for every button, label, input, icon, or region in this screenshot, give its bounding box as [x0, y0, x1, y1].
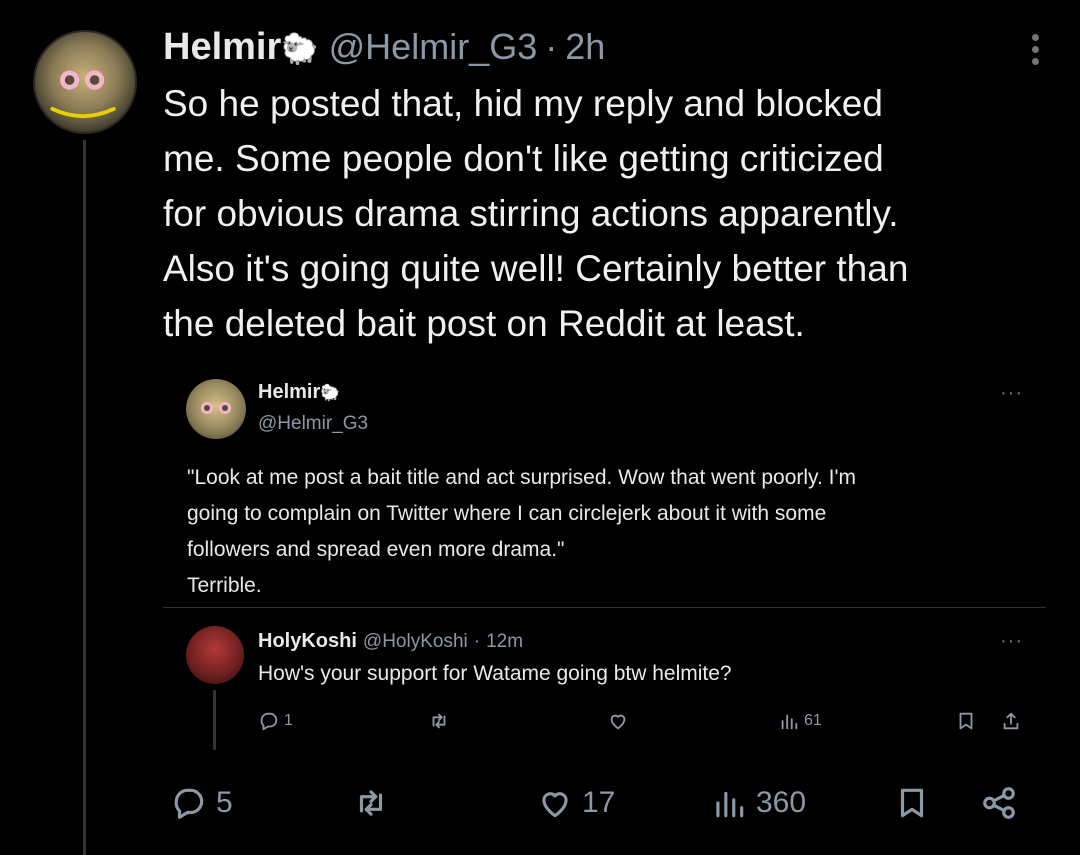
- views-icon: [716, 791, 744, 818]
- separator-dot: ·: [473, 631, 481, 652]
- quoted-text: "Look at me post a bait title and act su…: [187, 460, 1037, 604]
- retweet-icon: [359, 790, 383, 816]
- reply-like-button[interactable]: [607, 710, 629, 732]
- views-icon: [781, 714, 798, 730]
- quoted-text-line: followers and spread even more drama.": [187, 538, 565, 561]
- reply-author-name[interactable]: HolyKoshi: [258, 630, 357, 653]
- like-button[interactable]: 17: [536, 784, 615, 822]
- tweet-header: Helmir 🐑 @Helmir_G3 · 2h: [163, 26, 605, 76]
- reply-button[interactable]: 5: [170, 784, 233, 822]
- reply-thread-line: [213, 690, 216, 750]
- tweet-text-line: the deleted bait post on Reddit at least…: [163, 303, 805, 344]
- separator-dot: ·: [545, 26, 558, 67]
- reply-reply-count: 1: [284, 712, 293, 729]
- reply-author-avatar[interactable]: [186, 626, 244, 684]
- like-count: 17: [582, 786, 616, 819]
- heart-icon: [542, 792, 568, 818]
- quoted-text-line: "Look at me post a bait title and act su…: [187, 466, 857, 489]
- retweet-button[interactable]: [352, 784, 390, 822]
- heart-icon: [610, 714, 626, 730]
- quoted-author-avatar[interactable]: [186, 379, 246, 439]
- reply-icon: [260, 712, 278, 731]
- author-avatar[interactable]: [33, 30, 137, 134]
- share-button[interactable]: [980, 784, 1018, 822]
- more-options-icon[interactable]: [1032, 34, 1042, 70]
- quoted-author-handle[interactable]: @Helmir_G3: [258, 413, 368, 435]
- bookmark-icon: [900, 788, 924, 818]
- quoted-author-name-text: Helmir: [258, 381, 321, 403]
- reply-author-handle[interactable]: @HolyKoshi: [363, 631, 468, 653]
- tweet-text-line: So he posted that, hid my reply and bloc…: [163, 83, 883, 124]
- retweet-icon: [432, 713, 446, 729]
- reply-reply-button[interactable]: 1: [258, 710, 293, 732]
- tweet-text-line: me. Some people don't like getting criti…: [163, 138, 884, 179]
- quoted-more-options-icon[interactable]: ···: [1000, 382, 1023, 405]
- reply-share-button[interactable]: [1000, 710, 1022, 732]
- tweet-text-line: Also it's going quite well! Certainly be…: [163, 248, 909, 289]
- reply-views-button[interactable]: 61: [778, 710, 822, 732]
- reply-retweet-button[interactable]: [428, 710, 450, 732]
- views-count: 360: [756, 786, 807, 819]
- divider: [163, 607, 1046, 608]
- quoted-text-line: going to complain on Twitter where I can…: [187, 502, 827, 525]
- bookmark-button[interactable]: [893, 784, 931, 822]
- views-button[interactable]: 360: [710, 784, 806, 822]
- reply-time[interactable]: 12m: [486, 631, 523, 653]
- reply-count: 5: [216, 786, 233, 819]
- reply-views-count: 61: [804, 712, 822, 729]
- share-icon: [1003, 712, 1019, 730]
- reply-more-options-icon[interactable]: ···: [1000, 630, 1023, 653]
- thread-line: [83, 140, 86, 855]
- reply-icon: [174, 788, 204, 819]
- sheep-emoji: 🐑: [281, 33, 319, 66]
- tweet-text-line: for obvious drama stirring actions appar…: [163, 193, 899, 234]
- bookmark-icon: [959, 712, 973, 730]
- quoted-author-name[interactable]: Helmir🐑: [258, 381, 340, 404]
- quoted-text-line: Terrible.: [187, 574, 262, 597]
- share-icon: [983, 787, 1015, 819]
- tweet-time[interactable]: 2h: [565, 26, 605, 68]
- author-name[interactable]: Helmir: [163, 26, 281, 69]
- sheep-emoji: 🐑: [320, 385, 341, 402]
- reply-bookmark-button[interactable]: [955, 710, 977, 732]
- reply-header: HolyKoshi @HolyKoshi · 12m: [258, 630, 523, 653]
- author-handle[interactable]: @Helmir_G3: [329, 26, 538, 68]
- tweet-text: So he posted that, hid my reply and bloc…: [163, 76, 1053, 351]
- reply-text: How's your support for Watame going btw …: [258, 662, 732, 685]
